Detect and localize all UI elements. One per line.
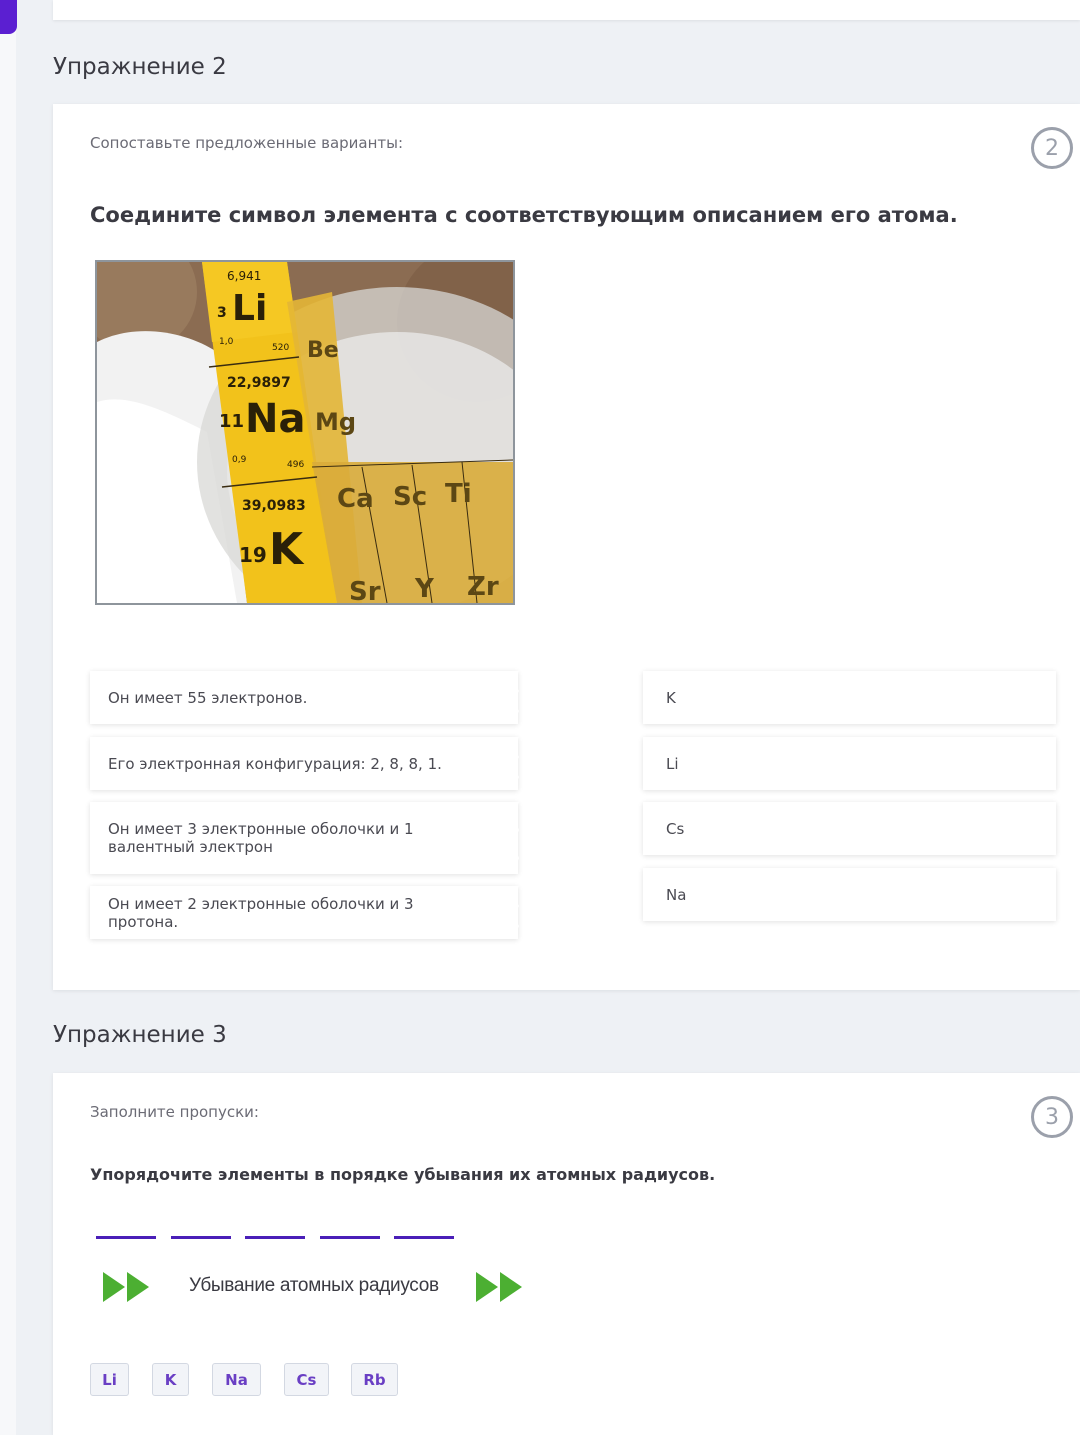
cell-li-number: 3 [217,305,227,321]
cell-li-mass: 6,941 [227,269,261,283]
previous-exercise-card [53,0,1080,20]
sidebar-accent-tab[interactable] [0,0,17,34]
drag-connector-icon [509,802,519,874]
exercise-2-card: Сопоставьте предложенные варианты: 2 Сое… [53,104,1080,990]
answer-blank[interactable] [171,1236,231,1239]
cell-zr-symbol: Zr [467,572,499,602]
match-right-label: Na [666,885,687,904]
match-right-item[interactable]: Li [643,737,1056,790]
drag-connector-icon [509,671,519,724]
element-chip-k[interactable]: K [152,1363,189,1396]
cell-na-ie: 496 [287,460,304,470]
cell-ti-symbol: Ti [445,479,472,509]
drag-connector-icon [509,737,519,790]
answer-blank[interactable] [245,1236,305,1239]
match-right-label: Cs [666,819,685,838]
cell-ca-symbol: Ca [337,484,374,514]
radius-decrease-diagram: Убывание атомных радиусов [103,1270,533,1304]
answer-blank[interactable] [394,1236,454,1239]
cell-na-symbol: Na [245,396,305,442]
cell-na-en: 0,9 [232,455,247,465]
drag-connector-icon [509,886,519,939]
cell-mg-symbol: Mg [315,408,356,436]
match-left-label: Он имеет 3 электронные оболочки и 1 вале… [108,820,414,856]
exercise-3-title: Упражнение 3 [53,1022,227,1048]
element-chip-cs[interactable]: Cs [284,1363,329,1396]
match-right-item[interactable]: Na [643,868,1056,921]
cell-sc-symbol: Sc [393,482,427,512]
match-left-item[interactable]: Его электронная конфигурация: 2, 8, 8, 1… [90,737,519,790]
match-left-item[interactable]: Он имеет 2 электронные оболочки и 3 прот… [90,886,519,939]
answer-blank[interactable] [320,1236,380,1239]
exercise-3-instruction: Заполните пропуски: [90,1103,259,1121]
exercise-3-number-badge: 3 [1031,1096,1073,1138]
cell-be-symbol: Be [307,338,339,363]
match-left-label: Он имеет 55 электронов. [108,688,308,707]
exercise-2-question: Соедините символ элемента с соответствую… [90,203,958,227]
answer-blank[interactable] [96,1236,156,1239]
element-chip-li[interactable]: Li [90,1363,129,1396]
match-left-label: Его электронная конфигурация: 2, 8, 8, 1… [108,754,442,773]
exercise-2-number-badge: 2 [1031,127,1073,169]
match-left-item[interactable]: Он имеет 55 электронов. [90,671,519,724]
double-arrow-icon [476,1272,522,1302]
match-right-label: Li [666,754,679,773]
exercise-2-instruction: Сопоставьте предложенные варианты: [90,134,404,152]
match-right-item[interactable]: Cs [643,802,1056,855]
periodic-table-image: 6,941 3 Li 1,0 520 22,9897 11 Na 0,9 496… [95,260,515,605]
match-left-item[interactable]: Он имеет 3 электронные оболочки и 1 вале… [90,802,519,874]
left-rail [0,0,16,1435]
exercise-3-card: Заполните пропуски: 3 Упорядочите элемен… [53,1073,1080,1435]
cell-y-symbol: Y [414,574,435,603]
arrow-label: Убывание атомных радиусов [189,1275,439,1296]
match-right-label: K [666,688,676,707]
match-right-item[interactable]: K [643,671,1056,724]
element-chip-na[interactable]: Na [212,1363,261,1396]
double-arrow-icon [103,1272,149,1302]
exercise-2-title: Упражнение 2 [53,54,227,80]
element-chip-rb[interactable]: Rb [351,1363,398,1396]
cell-sr-symbol: Sr [349,577,381,603]
cell-na-number: 11 [219,411,244,432]
match-left-label: Он имеет 2 электронные оболочки и 3 прот… [108,894,414,931]
periodic-table-illustration: 6,941 3 Li 1,0 520 22,9897 11 Na 0,9 496… [97,262,513,603]
cell-na-mass: 22,9897 [227,375,291,391]
cell-li-symbol: Li [232,288,267,329]
cell-li-ie: 520 [272,343,289,353]
cell-k-number: 19 [239,543,267,567]
cell-k-mass: 39,0983 [242,498,306,514]
cell-li-en: 1,0 [219,337,234,347]
cell-k-symbol: K [269,524,305,575]
exercise-3-question: Упорядочите элементы в порядке убывания … [90,1165,716,1184]
